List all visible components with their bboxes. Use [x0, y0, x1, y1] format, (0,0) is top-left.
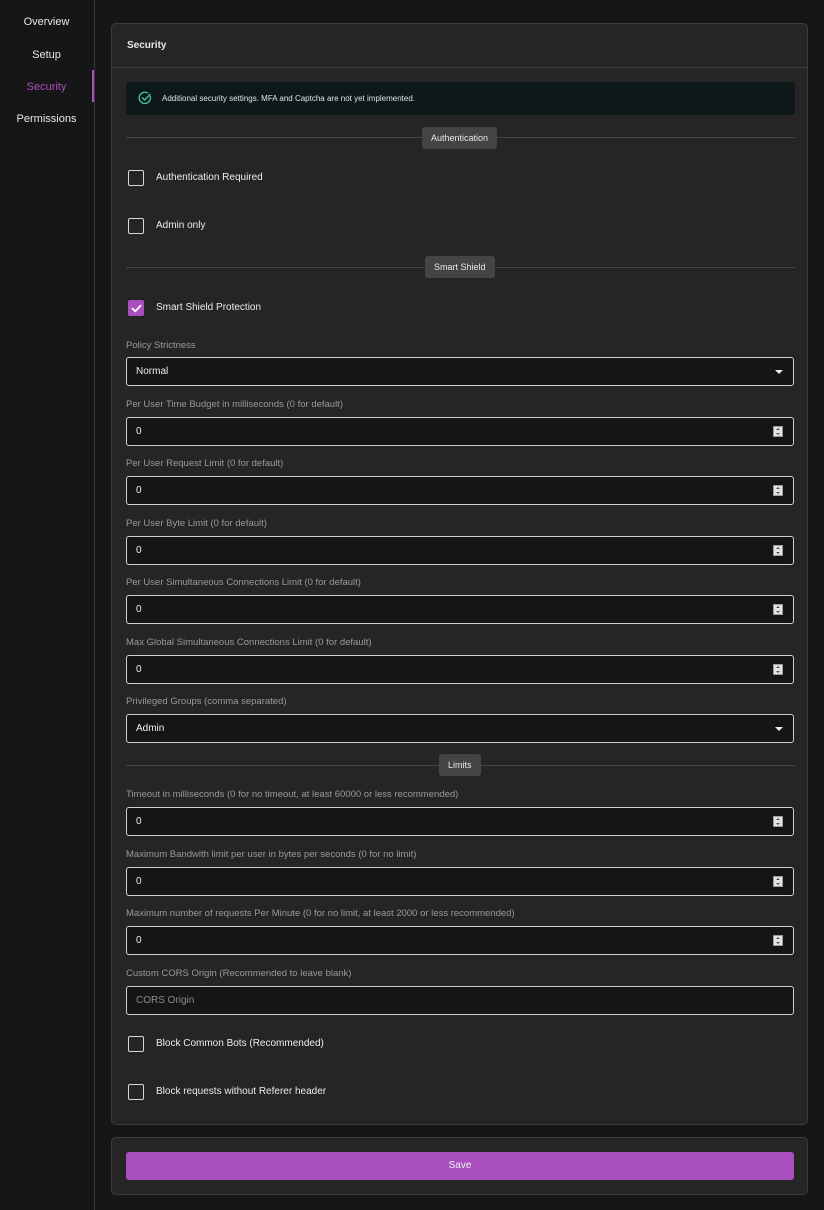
time-budget-value: 0: [136, 426, 142, 437]
sidebar-item-security[interactable]: Security: [0, 81, 93, 93]
panel-title: Security: [112, 24, 807, 68]
number-spinner-icon[interactable]: [773, 935, 783, 946]
cors-origin-placeholder: CORS Origin: [136, 995, 195, 1006]
number-spinner-icon[interactable]: [773, 816, 783, 827]
request-limit-label: Per User Request Limit (0 for default): [126, 458, 284, 469]
timeout-input[interactable]: 0: [126, 807, 794, 836]
byte-limit-value: 0: [136, 545, 142, 556]
bandwidth-label: Maximum Bandwith limit per user in bytes…: [126, 849, 417, 860]
smart-shield-label: Smart Shield Protection: [156, 302, 262, 313]
sidebar-active-indicator: [92, 70, 94, 102]
request-limit-input[interactable]: 0: [126, 476, 794, 505]
admin-only-checkbox[interactable]: [128, 218, 144, 234]
sidebar-item-permissions[interactable]: Permissions: [0, 113, 93, 125]
byte-limit-input[interactable]: 0: [126, 536, 794, 565]
requests-per-minute-label: Maximum number of requests Per Minute (0…: [126, 908, 515, 919]
policy-strictness-label: Policy Strictness: [126, 340, 196, 351]
bandwidth-input[interactable]: 0: [126, 867, 794, 896]
requests-per-minute-input[interactable]: 0: [126, 926, 794, 955]
cors-origin-input[interactable]: CORS Origin: [126, 986, 794, 1015]
security-panel: Security Additional security settings. M…: [111, 23, 808, 1125]
requests-per-minute-value: 0: [136, 935, 142, 946]
global-sim-conn-value: 0: [136, 664, 142, 675]
time-budget-label: Per User Time Budget in milliseconds (0 …: [126, 399, 344, 410]
sim-conn-value: 0: [136, 604, 142, 615]
save-button[interactable]: Save: [126, 1152, 794, 1180]
info-alert: Additional security settings. MFA and Ca…: [126, 82, 795, 115]
smart-shield-checkbox[interactable]: [128, 300, 144, 316]
sim-conn-input[interactable]: 0: [126, 595, 794, 624]
number-spinner-icon[interactable]: [773, 426, 783, 437]
admin-only-label: Admin only: [156, 220, 206, 231]
privileged-groups-select[interactable]: Admin: [126, 714, 794, 743]
time-budget-input[interactable]: 0: [126, 417, 794, 446]
timeout-label: Timeout in milliseconds (0 for no timeou…: [126, 789, 459, 800]
policy-strictness-value: Normal: [136, 366, 169, 377]
global-sim-conn-input[interactable]: 0: [126, 655, 794, 684]
alert-text: Additional security settings. MFA and Ca…: [162, 94, 416, 103]
byte-limit-label: Per User Byte Limit (0 for default): [126, 518, 267, 529]
section-smart-shield-label: Smart Shield: [425, 256, 495, 278]
number-spinner-icon[interactable]: [773, 485, 783, 496]
number-spinner-icon[interactable]: [773, 545, 783, 556]
save-panel: Save: [111, 1137, 808, 1195]
timeout-value: 0: [136, 816, 142, 827]
request-limit-value: 0: [136, 485, 142, 496]
block-referer-label: Block requests without Referer header: [156, 1086, 327, 1097]
sidebar-item-setup[interactable]: Setup: [0, 49, 93, 61]
sidebar: Overview Setup Security Permissions: [0, 0, 95, 1210]
privileged-groups-label: Privileged Groups (comma separated): [126, 696, 287, 707]
block-bots-label: Block Common Bots (Recommended): [156, 1038, 324, 1049]
policy-strictness-select[interactable]: Normal: [126, 357, 794, 386]
block-referer-checkbox[interactable]: [128, 1084, 144, 1100]
block-bots-checkbox[interactable]: [128, 1036, 144, 1052]
auth-required-label: Authentication Required: [156, 172, 263, 183]
section-limits-label: Limits: [439, 754, 481, 776]
checkmark-icon: [131, 304, 142, 313]
cors-origin-label: Custom CORS Origin (Recommended to leave…: [126, 968, 352, 979]
sim-conn-label: Per User Simultaneous Connections Limit …: [126, 577, 361, 588]
sidebar-item-overview[interactable]: Overview: [0, 16, 93, 28]
caret-down-icon: [775, 727, 783, 731]
auth-required-checkbox[interactable]: [128, 170, 144, 186]
section-authentication-label: Authentication: [422, 127, 498, 149]
number-spinner-icon[interactable]: [773, 876, 783, 887]
check-circle-icon: [138, 91, 152, 105]
privileged-groups-value: Admin: [136, 723, 165, 734]
caret-down-icon: [775, 370, 783, 374]
number-spinner-icon[interactable]: [773, 604, 783, 615]
global-sim-conn-label: Max Global Simultaneous Connections Limi…: [126, 637, 372, 648]
bandwidth-value: 0: [136, 876, 142, 887]
number-spinner-icon[interactable]: [773, 664, 783, 675]
